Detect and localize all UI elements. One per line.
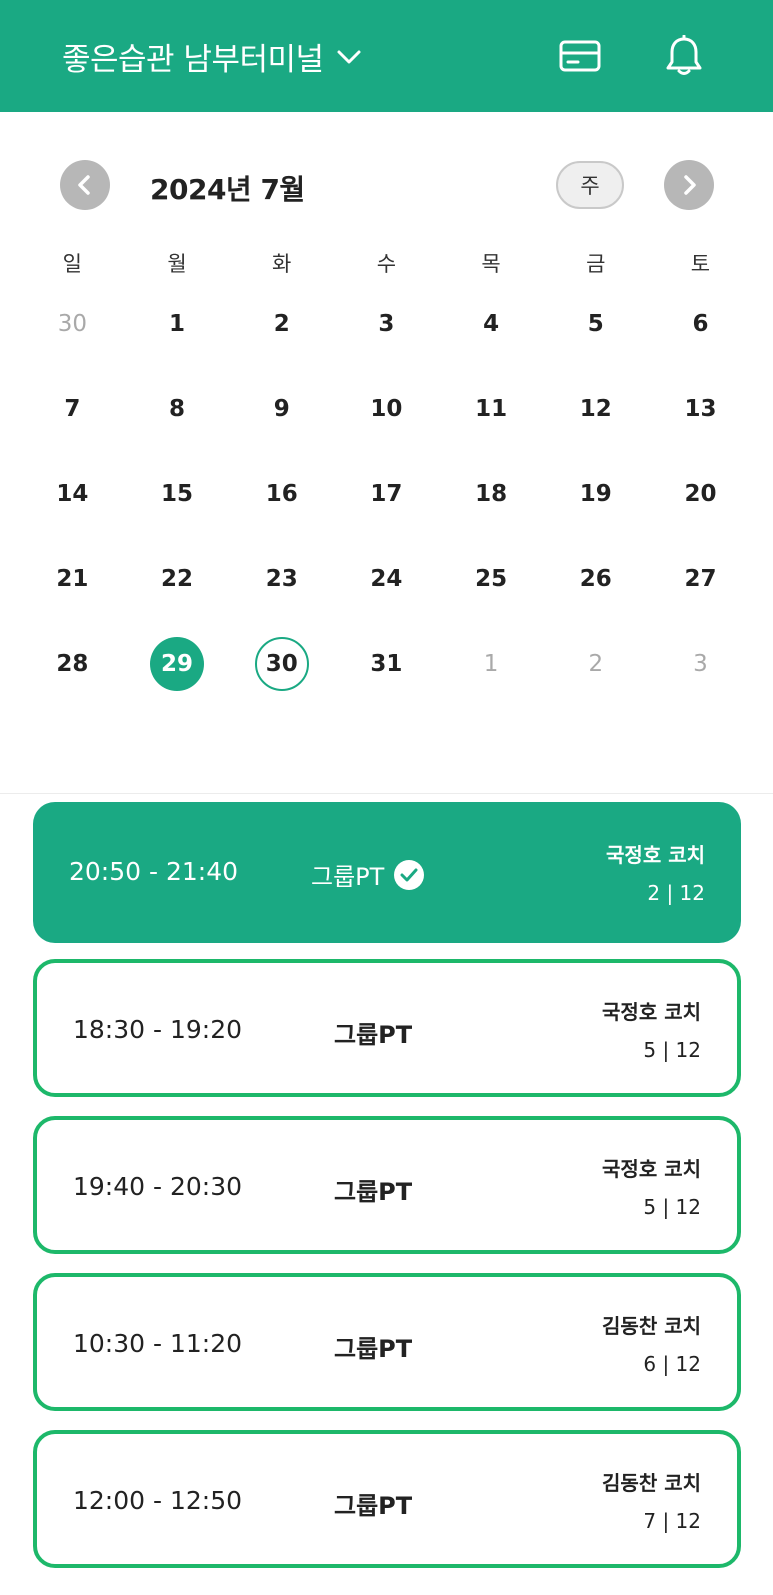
calendar-day[interactable]: 27 bbox=[648, 552, 753, 637]
weekday-label: 토 bbox=[690, 252, 711, 276]
next-month-button[interactable] bbox=[664, 160, 714, 210]
weekday-label: 수 bbox=[376, 252, 397, 276]
capacity: 2 | 12 bbox=[647, 881, 705, 905]
calendar-week: 30 1 2 3 4 5 6 bbox=[20, 297, 753, 382]
coach-name: 국정호 코치 bbox=[602, 1000, 701, 1024]
membership-card-icon[interactable] bbox=[556, 32, 604, 80]
month-label: 2024년 7월 bbox=[150, 173, 305, 206]
calendar-grid: 30 1 2 3 4 5 6 7 8 9 10 11 12 13 14 15 1… bbox=[20, 297, 753, 722]
section-divider bbox=[0, 793, 773, 794]
calendar-day[interactable]: 6 bbox=[648, 297, 753, 382]
class-card[interactable]: 19:40 - 20:30 그룹PT 국정호 코치 5 | 12 bbox=[33, 1116, 741, 1254]
capacity: 7 | 12 bbox=[643, 1509, 701, 1533]
weekday-header: 일 월 화 수 목 금 토 bbox=[20, 248, 753, 278]
bell-icon[interactable] bbox=[660, 32, 708, 80]
calendar-day[interactable]: 28 bbox=[20, 637, 125, 722]
capacity: 6 | 12 bbox=[643, 1352, 701, 1376]
class-type: 그룹PT bbox=[334, 1178, 413, 1206]
weekday-label: 화 bbox=[272, 252, 292, 276]
calendar-day[interactable]: 22 bbox=[125, 552, 230, 637]
calendar-day[interactable]: 5 bbox=[543, 297, 648, 382]
app-header: 좋은습관 남부터미널 bbox=[0, 0, 773, 112]
class-time: 20:50 - 21:40 bbox=[69, 857, 239, 886]
class-time: 19:40 - 20:30 bbox=[73, 1172, 243, 1201]
calendar-week: 7 8 9 10 11 12 13 bbox=[20, 382, 753, 467]
calendar-day[interactable]: 1 bbox=[125, 297, 230, 382]
calendar-day[interactable]: 17 bbox=[334, 467, 439, 552]
check-circle-icon bbox=[394, 859, 425, 890]
calendar-day-today[interactable]: 30 bbox=[229, 637, 334, 722]
class-type: 그룹PT bbox=[334, 1335, 413, 1363]
week-view-toggle[interactable]: 주 bbox=[556, 161, 624, 209]
calendar-day[interactable]: 12 bbox=[543, 382, 648, 467]
calendar-day[interactable]: 30 bbox=[20, 297, 125, 382]
calendar-day[interactable]: 31 bbox=[334, 637, 439, 722]
calendar-day[interactable]: 1 bbox=[439, 637, 544, 722]
class-time: 18:30 - 19:20 bbox=[73, 1015, 243, 1044]
calendar-day[interactable]: 21 bbox=[20, 552, 125, 637]
calendar-day[interactable]: 2 bbox=[229, 297, 334, 382]
calendar-day[interactable]: 2 bbox=[543, 637, 648, 722]
class-type: 그룹PT bbox=[334, 1492, 413, 1520]
calendar-day[interactable]: 14 bbox=[20, 467, 125, 552]
weekday-label: 일 bbox=[62, 252, 82, 276]
calendar-day[interactable]: 4 bbox=[439, 297, 544, 382]
calendar-day[interactable]: 24 bbox=[334, 552, 439, 637]
calendar-day[interactable]: 8 bbox=[125, 382, 230, 467]
calendar-day[interactable]: 20 bbox=[648, 467, 753, 552]
gym-name: 좋은습관 남부터미널 bbox=[62, 42, 324, 78]
calendar-day[interactable]: 11 bbox=[439, 382, 544, 467]
calendar-day[interactable]: 26 bbox=[543, 552, 648, 637]
calendar-day[interactable]: 13 bbox=[648, 382, 753, 467]
calendar-day[interactable]: 23 bbox=[229, 552, 334, 637]
coach-name: 김동찬 코치 bbox=[602, 1471, 701, 1495]
calendar-day[interactable]: 3 bbox=[648, 637, 753, 722]
weekday-label: 월 bbox=[167, 252, 187, 276]
calendar-day[interactable]: 10 bbox=[334, 382, 439, 467]
calendar-day[interactable]: 7 bbox=[20, 382, 125, 467]
coach-name: 김동찬 코치 bbox=[602, 1314, 701, 1338]
capacity: 5 | 12 bbox=[643, 1038, 701, 1062]
calendar-day[interactable]: 19 bbox=[543, 467, 648, 552]
calendar-day[interactable]: 9 bbox=[229, 382, 334, 467]
calendar-day[interactable]: 16 bbox=[229, 467, 334, 552]
calendar-navigation: 2024년 7월 주 bbox=[0, 160, 773, 210]
calendar-day[interactable]: 3 bbox=[334, 297, 439, 382]
coach-name: 국정호 코치 bbox=[602, 1157, 701, 1181]
calendar-day[interactable]: 18 bbox=[439, 467, 544, 552]
gym-selector[interactable]: 좋은습관 남부터미널 bbox=[62, 34, 362, 79]
coach-name: 국정호 코치 bbox=[606, 843, 705, 867]
prev-month-button[interactable] bbox=[60, 160, 110, 210]
class-card[interactable]: 10:30 - 11:20 그룹PT 김동찬 코치 6 | 12 bbox=[33, 1273, 741, 1411]
weekday-label: 목 bbox=[481, 252, 501, 276]
calendar-week: 21 22 23 24 25 26 27 bbox=[20, 552, 753, 637]
class-time: 12:00 - 12:50 bbox=[73, 1486, 243, 1515]
class-card-reserved[interactable]: 20:50 - 21:40 그룹PT 국정호 코치 2 | 12 bbox=[33, 802, 741, 943]
capacity: 5 | 12 bbox=[643, 1195, 701, 1219]
calendar-day[interactable]: 25 bbox=[439, 552, 544, 637]
calendar-week: 28 29 30 31 1 2 3 bbox=[20, 637, 753, 722]
class-type: 그룹PT bbox=[334, 1021, 413, 1049]
chevron-right-icon bbox=[684, 175, 696, 195]
class-card[interactable]: 18:30 - 19:20 그룹PT 국정호 코치 5 | 12 bbox=[33, 959, 741, 1097]
calendar-day[interactable]: 15 bbox=[125, 467, 230, 552]
chevron-left-icon bbox=[78, 175, 90, 195]
class-time: 10:30 - 11:20 bbox=[73, 1329, 243, 1358]
calendar-week: 14 15 16 17 18 19 20 bbox=[20, 467, 753, 552]
calendar-day-selected[interactable]: 29 bbox=[125, 637, 230, 722]
chevron-down-icon bbox=[337, 50, 361, 63]
class-card[interactable]: 12:00 - 12:50 그룹PT 김동찬 코치 7 | 12 bbox=[33, 1430, 741, 1568]
class-type: 그룹PT bbox=[311, 857, 425, 892]
weekday-label: 금 bbox=[586, 252, 606, 276]
